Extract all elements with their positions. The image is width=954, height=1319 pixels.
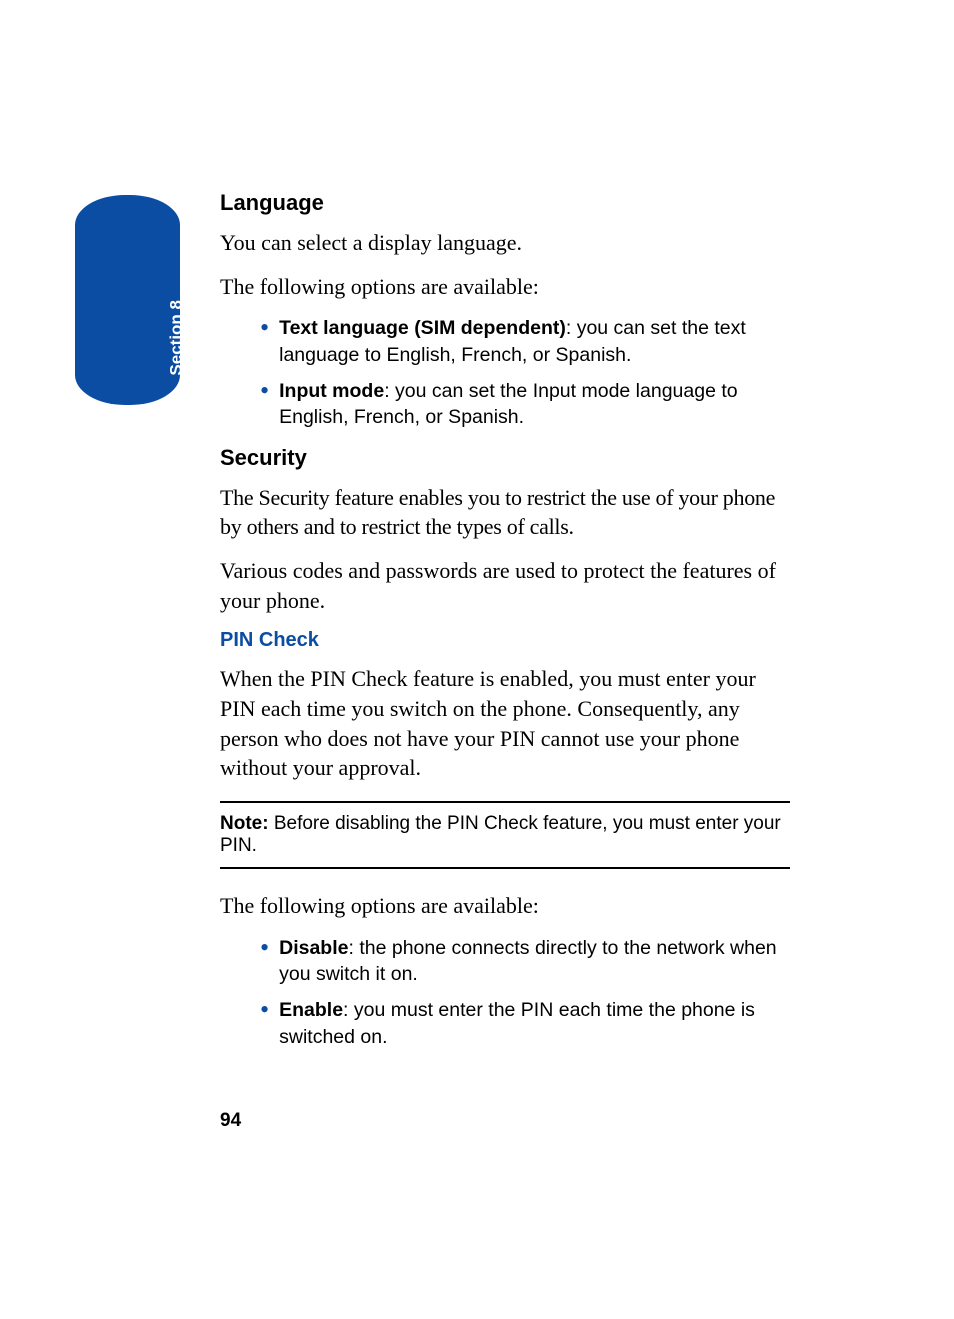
note-rest: Before disabling the PIN Check feature, …	[220, 813, 781, 856]
bullet-icon: •	[260, 315, 269, 341]
security-paragraph-2: Various codes and passwords are used to …	[220, 556, 790, 615]
bullet-icon: •	[260, 935, 269, 961]
section-tab-label: Section 8	[167, 300, 187, 376]
security-paragraph-1: The Security feature enables you to rest…	[220, 483, 790, 542]
bullet-icon: •	[260, 997, 269, 1023]
heading-security: Security	[220, 445, 790, 471]
bullet-content: Disable: the phone connects directly to …	[279, 935, 790, 988]
bullet-bold-label: Text language (SIM dependent)	[279, 317, 566, 339]
bullet-content: Enable: you must enter the PIN each time…	[279, 997, 790, 1050]
subheading-pin-check: PIN Check	[220, 629, 790, 652]
list-item: • Input mode: you can set the Input mode…	[260, 378, 790, 431]
heading-language: Language	[220, 190, 790, 216]
bullet-icon: •	[260, 378, 269, 404]
section-tab: Section 8	[75, 195, 180, 405]
pin-bullet-list: • Disable: the phone connects directly t…	[260, 935, 790, 1050]
list-item: • Enable: you must enter the PIN each ti…	[260, 997, 790, 1050]
page-number: 94	[220, 1110, 241, 1132]
note-box: Note: Before disabling the PIN Check fea…	[220, 801, 790, 869]
bullet-bold-label: Disable	[279, 937, 348, 959]
note-content: Note: Before disabling the PIN Check fea…	[220, 813, 781, 856]
language-paragraph-2: The following options are available:	[220, 272, 790, 302]
language-paragraph-1: You can select a display language.	[220, 228, 790, 258]
pin-paragraph-1: When the PIN Check feature is enabled, y…	[220, 664, 790, 783]
bullet-bold-label: Input mode	[279, 380, 384, 402]
content-area: Language You can select a display langua…	[220, 190, 790, 1064]
note-bold-label: Note:	[220, 813, 274, 834]
bullet-rest: : you must enter the PIN each time the p…	[279, 999, 755, 1047]
language-bullet-list: • Text language (SIM dependent): you can…	[260, 315, 790, 430]
bullet-content: Text language (SIM dependent): you can s…	[279, 315, 790, 368]
bullet-rest: : the phone connects directly to the net…	[279, 937, 777, 985]
bullet-bold-label: Enable	[279, 999, 343, 1021]
list-item: • Text language (SIM dependent): you can…	[260, 315, 790, 368]
list-item: • Disable: the phone connects directly t…	[260, 935, 790, 988]
bullet-content: Input mode: you can set the Input mode l…	[279, 378, 790, 431]
pin-paragraph-2: The following options are available:	[220, 891, 790, 921]
